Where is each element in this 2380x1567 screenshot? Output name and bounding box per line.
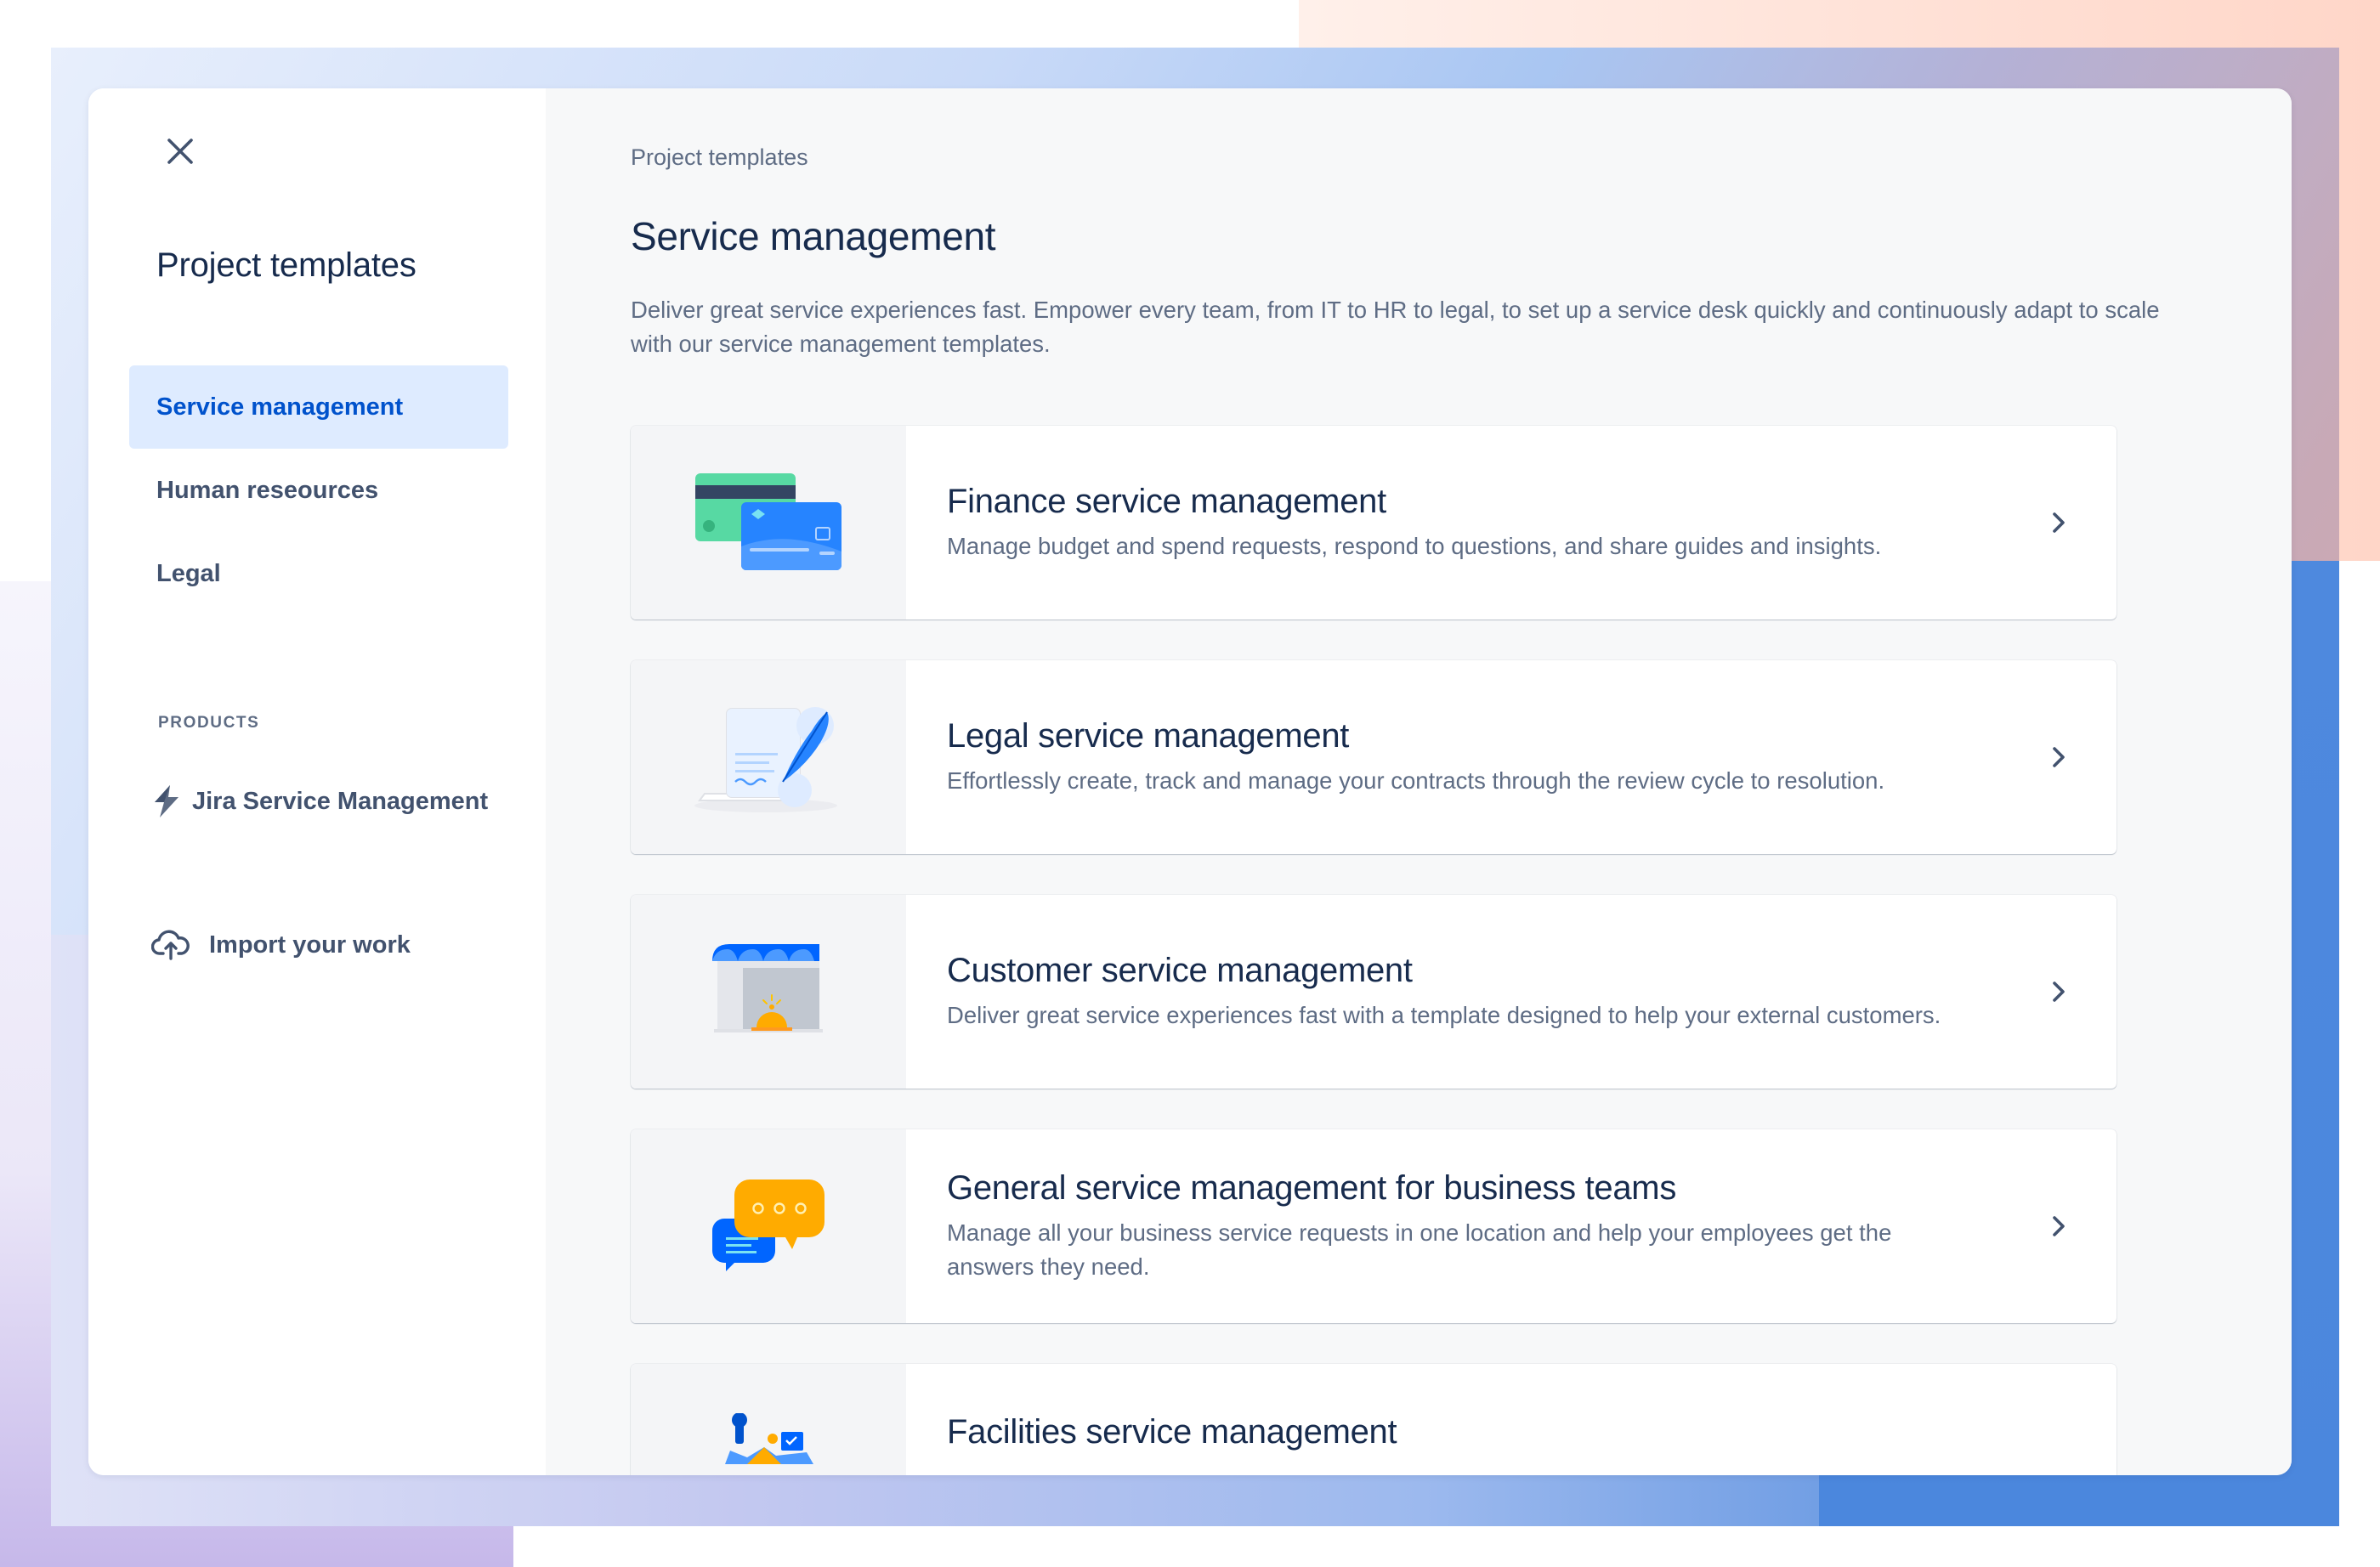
sidebar-item-legal[interactable]: Legal bbox=[129, 532, 508, 615]
sidebar-title: Project templates bbox=[156, 246, 416, 284]
page-description: Deliver great service experiences fast. … bbox=[631, 297, 2160, 357]
template-card-legal[interactable]: Legal service management Effortlessly cr… bbox=[631, 660, 2116, 854]
card-body: General service management for business … bbox=[906, 1129, 2116, 1323]
template-card-list: Finance service management Manage budget… bbox=[631, 426, 2116, 1475]
card-chevron bbox=[2042, 506, 2076, 540]
card-illustration bbox=[631, 426, 906, 619]
card-body: Facilities service management bbox=[906, 1364, 2116, 1475]
card-title: General service management for business … bbox=[947, 1168, 1677, 1207]
chevron-right-icon bbox=[2053, 981, 2065, 1002]
card-description: Deliver great service experiences fast w… bbox=[947, 1001, 1941, 1028]
product-label: Jira Service Management bbox=[192, 787, 489, 815]
card-illustration bbox=[631, 1129, 906, 1323]
chevron-right-icon bbox=[2053, 512, 2065, 533]
template-card-facilities[interactable]: Facilities service management bbox=[631, 1364, 2116, 1475]
project-templates-modal: Project templates Service management Hum… bbox=[88, 88, 2292, 1475]
main-content: Project templates Service management Del… bbox=[546, 88, 2292, 1475]
template-category-nav: Service management Human reseources Lega… bbox=[129, 365, 508, 615]
close-button[interactable] bbox=[160, 131, 201, 172]
template-card-finance[interactable]: Finance service management Manage budget… bbox=[631, 426, 2116, 619]
sidebar-item-human-resources[interactable]: Human reseources bbox=[129, 449, 508, 532]
card-text: Finance service management Manage budget… bbox=[947, 483, 2042, 563]
facilities-tools-icon bbox=[725, 1413, 813, 1464]
card-text: Customer service management Deliver grea… bbox=[947, 952, 2042, 1032]
card-body: Finance service management Manage budget… bbox=[906, 426, 2116, 619]
sidebar-item-service-management[interactable]: Service management bbox=[129, 365, 508, 449]
card-description: Manage all your business service request… bbox=[947, 1219, 1892, 1280]
chevron-right-icon bbox=[2053, 1216, 2065, 1236]
card-description: Manage budget and spend requests, respon… bbox=[947, 532, 1882, 559]
legal-document-icon bbox=[694, 707, 837, 812]
card-chevron bbox=[2042, 1209, 2076, 1243]
import-label: Import your work bbox=[209, 931, 411, 959]
template-card-general[interactable]: General service management for business … bbox=[631, 1129, 2116, 1323]
products-section-label: PRODUCTS bbox=[158, 714, 260, 732]
chat-bubbles-icon bbox=[712, 1179, 824, 1271]
card-chevron bbox=[2042, 975, 2076, 1009]
card-title: Facilities service management bbox=[947, 1413, 1397, 1451]
close-icon bbox=[167, 139, 193, 164]
chevron-right-icon bbox=[2053, 747, 2065, 767]
import-your-work-link[interactable]: Import your work bbox=[151, 928, 411, 962]
card-text: Legal service management Effortlessly cr… bbox=[947, 717, 2042, 798]
card-text: General service management for business … bbox=[947, 1169, 2042, 1284]
card-title: Finance service management bbox=[947, 482, 1386, 520]
card-title: Legal service management bbox=[947, 716, 1350, 755]
card-title: Customer service management bbox=[947, 951, 1413, 989]
card-body: Legal service management Effortlessly cr… bbox=[906, 660, 2116, 854]
page-title: Service management bbox=[631, 214, 996, 258]
credit-card-icon bbox=[695, 473, 842, 570]
jira-service-management-icon bbox=[155, 785, 178, 817]
card-text: Facilities service management bbox=[947, 1413, 2042, 1460]
breadcrumb[interactable]: Project templates bbox=[631, 144, 2292, 171]
product-jira-service-management[interactable]: Jira Service Management bbox=[151, 784, 488, 819]
card-body: Customer service management Deliver grea… bbox=[906, 895, 2116, 1089]
card-illustration bbox=[631, 660, 906, 854]
cloud-upload-icon bbox=[151, 930, 190, 960]
card-chevron bbox=[2042, 740, 2076, 774]
template-card-customer[interactable]: Customer service management Deliver grea… bbox=[631, 895, 2116, 1089]
card-description: Effortlessly create, track and manage yo… bbox=[947, 767, 1885, 794]
card-illustration bbox=[631, 895, 906, 1089]
card-illustration bbox=[631, 1364, 906, 1475]
sidebar: Project templates Service management Hum… bbox=[88, 88, 546, 1475]
storefront-icon bbox=[712, 944, 823, 1032]
